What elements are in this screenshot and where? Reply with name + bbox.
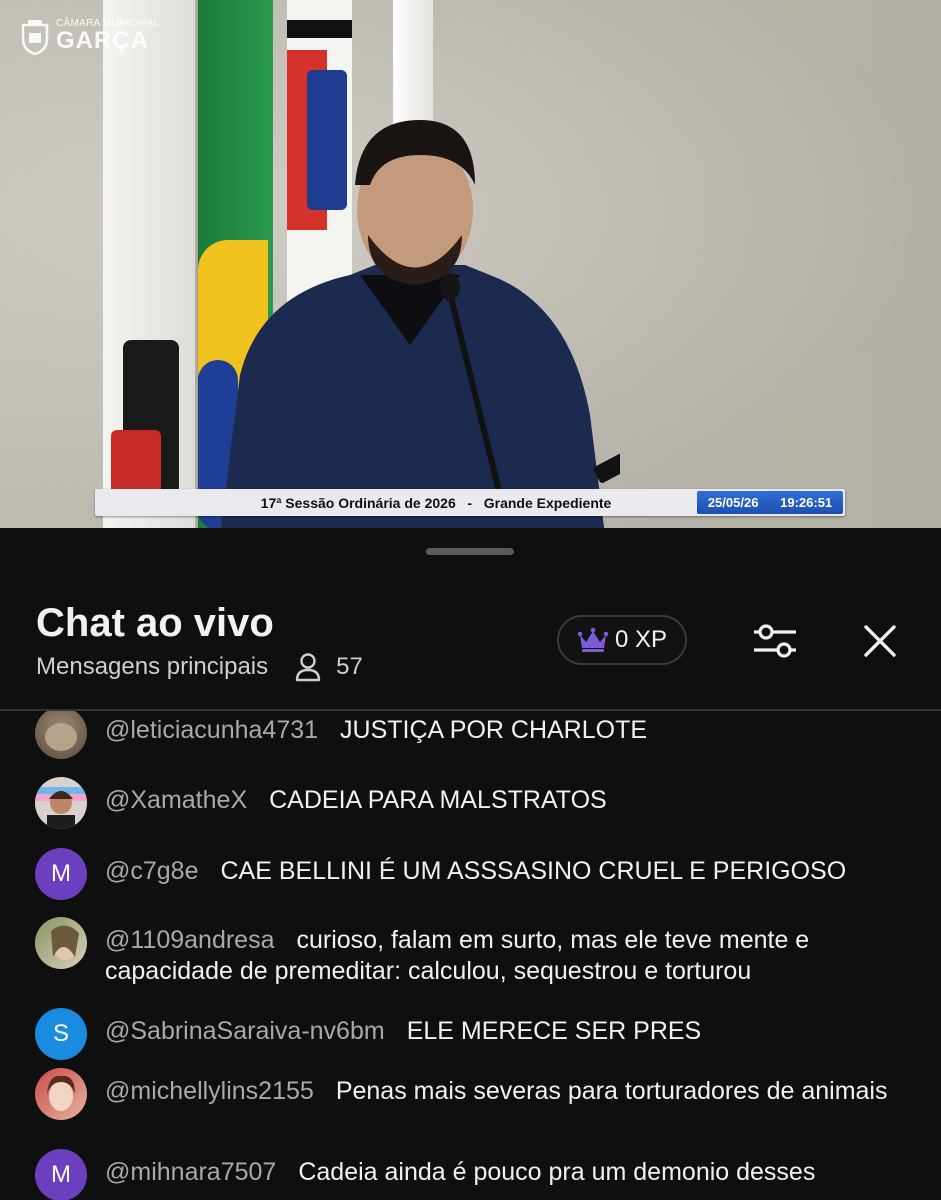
close-icon [864, 625, 896, 657]
video-player[interactable]: CÂMARA MUNICIPAL GARÇA 17ª Sessão Ordiná… [0, 0, 941, 528]
chat-message[interactable]: @michellylins2155 Penas mais severas para… [35, 1068, 915, 1120]
message-body: @c7g8e CAE BELLINI É UM ASSSASINO CRUEL E… [105, 856, 905, 887]
avatar[interactable] [35, 1068, 87, 1120]
message-author[interactable]: @1109andresa [105, 926, 274, 954]
message-body: @1109andresa curioso, falam em surto, mas… [105, 925, 905, 987]
message-author[interactable]: @mihnara7507 [105, 1158, 276, 1186]
sliders-icon [754, 624, 796, 658]
chat-message[interactable]: @1109andresa curioso, falam em surto, mas… [35, 917, 915, 987]
chat-title: Chat ao vivo [36, 601, 274, 645]
avatar[interactable]: M [35, 1149, 87, 1200]
viewer-count: 57 [336, 653, 363, 680]
message-text: ELE MERECE SER PRES [406, 1017, 702, 1045]
person-icon [294, 652, 322, 682]
chat-message[interactable]: S @SabrinaSaraiva-nv6bm ELE MERECE SER PR… [35, 1008, 915, 1060]
avatar[interactable]: S [35, 1008, 87, 1060]
camara-logo: CÂMARA MUNICIPAL GARÇA [20, 18, 160, 55]
message-author[interactable]: @XamatheX [105, 786, 247, 814]
speaker-figure [220, 120, 620, 528]
message-author[interactable]: @michellylins2155 [105, 1077, 314, 1105]
message-author[interactable]: @c7g8e [105, 857, 199, 885]
garca-flag [103, 0, 195, 528]
avatar[interactable] [35, 777, 87, 829]
message-text: JUSTIÇA POR CHARLOTE [340, 716, 648, 744]
message-text: Cadeia ainda é pouco pra um demonio dess… [298, 1158, 816, 1186]
message-author[interactable]: @leticiacunha4731 [105, 716, 318, 744]
chat-mode-row[interactable]: Mensagens principais 57 [36, 652, 363, 682]
live-chat-panel: Chat ao vivo Mensagens principais 57 0 X… [0, 528, 941, 1200]
timestamp-box: 25/05/26 19:26:51 [697, 491, 843, 514]
message-text: CADEIA PARA MALSTRATOS [269, 786, 607, 814]
message-body: @XamatheX CADEIA PARA MALSTRATOS [105, 785, 905, 816]
logo-title: GARÇA [56, 27, 149, 54]
message-text: CAE BELLINI É UM ASSSASINO CRUEL E PERIG… [220, 857, 847, 885]
message-body: @mihnara7507 Cadeia ainda é pouco pra um … [105, 1157, 905, 1188]
crown-icon [577, 627, 609, 652]
chat-message[interactable]: @XamatheX CADEIA PARA MALSTRATOS [35, 777, 915, 829]
close-button[interactable] [855, 616, 905, 666]
session-time: 19:26:51 [780, 495, 833, 510]
session-title: 17ª Sessão Ordinária de 2026 - Grande Ex… [260, 494, 612, 511]
drag-handle[interactable] [426, 548, 514, 555]
filter-button[interactable] [750, 618, 800, 664]
session-date: 25/05/26 [707, 495, 759, 510]
lower-third-banner: 17ª Sessão Ordinária de 2026 - Grande Ex… [95, 489, 845, 516]
message-text: Penas mais severas para torturadores de … [335, 1077, 888, 1105]
chat-message[interactable]: M @mihnara7507 Cadeia ainda é pouco pra u… [35, 1149, 915, 1200]
xp-button[interactable]: 0 XP [557, 615, 687, 665]
message-body: @michellylins2155 Penas mais severas para… [105, 1076, 905, 1107]
message-body: @leticiacunha4731 JUSTIÇA POR CHARLOTE [105, 715, 905, 746]
chat-message[interactable]: @leticiacunha4731 JUSTIÇA POR CHARLOTE [35, 711, 915, 759]
avatar[interactable]: M [35, 848, 87, 900]
chat-message-list[interactable]: @leticiacunha4731 JUSTIÇA POR CHARLOTE @X… [0, 711, 941, 1200]
chat-mode-label[interactable]: Mensagens principais [36, 653, 268, 681]
avatar[interactable] [35, 711, 87, 759]
chat-message[interactable]: M @c7g8e CAE BELLINI É UM ASSSASINO CRUEL… [35, 848, 915, 900]
coat-of-arms-icon [21, 19, 49, 55]
message-body: @SabrinaSaraiva-nv6bm ELE MERECE SER PRES [105, 1016, 905, 1047]
message-author[interactable]: @SabrinaSaraiva-nv6bm [105, 1017, 385, 1045]
avatar[interactable] [35, 917, 87, 969]
xp-label: 0 XP [614, 626, 668, 653]
